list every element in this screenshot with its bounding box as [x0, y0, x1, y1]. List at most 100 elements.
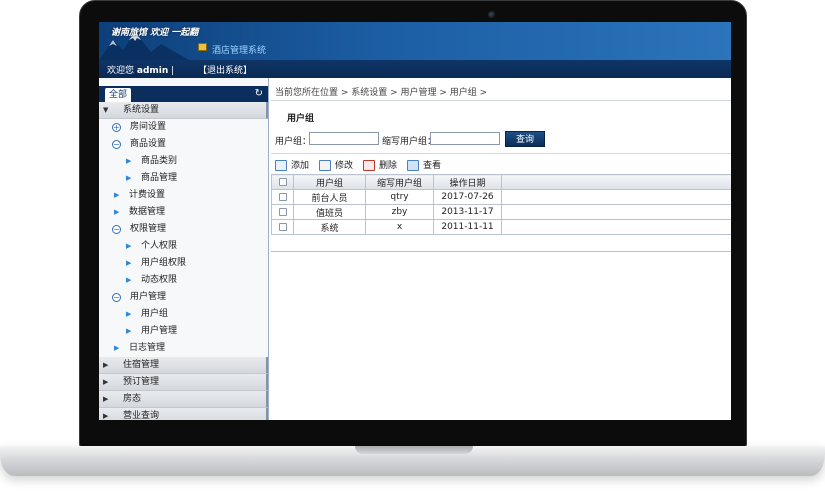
sidebar-item-6[interactable]: ▶ 数据管理 [99, 204, 268, 221]
bullet-arrow-icon: ▶ [126, 276, 132, 284]
sidebar-item-8[interactable]: ▶ 个人权限 [99, 238, 268, 255]
system-badge-icon [198, 43, 207, 51]
delete-label: 删除 [379, 161, 398, 171]
sidebar-item-label: 计费设置 [129, 190, 166, 200]
cell-date: 2013-11-17 [433, 204, 502, 220]
select-all-cell[interactable] [271, 174, 294, 190]
sidebar-item-label: 用户管理 [130, 292, 167, 302]
laptop-notch [355, 446, 473, 454]
row-checkbox[interactable] [278, 207, 287, 216]
welcome-text: 欢迎您 admin | [107, 63, 174, 76]
screen: 谢南旅馆 欢迎 一起翻 酒店管理系统 欢迎您 admin | 【退出系统】 全部… [99, 22, 731, 420]
sidebar-item-label: 用户管理 [141, 326, 178, 336]
select-all-checkbox[interactable] [278, 177, 287, 186]
sidebar-item-16[interactable]: ▶ 预订管理 [99, 374, 268, 391]
collapse-icon[interactable]: − [112, 225, 121, 234]
cell-abbr: x [365, 219, 434, 235]
row-select-cell[interactable] [271, 204, 294, 220]
collapse-icon[interactable]: − [112, 293, 121, 302]
bullet-arrow-icon: ▶ [126, 259, 132, 267]
sidebar-item-label: 商品管理 [141, 173, 178, 183]
add-icon [275, 160, 287, 171]
cell-filler [501, 219, 731, 235]
nav-tree: ▼ 系统设置 + 房间设置 − 商品设置 ▶ 商品类别 ▶ 商品管理 ▶ 计费设置 ▶ 数据管理 − 权限管理… [99, 102, 268, 420]
caret-right-icon[interactable]: ▶ [103, 391, 108, 408]
panel-title: 用户组 [287, 114, 315, 124]
sidebar-item-4[interactable]: ▶ 商品管理 [99, 170, 268, 187]
cell-group: 前台人员 [293, 189, 366, 205]
cell-date: 2017-07-26 [433, 189, 502, 205]
sidebar-item-label: 商品类别 [141, 156, 178, 166]
caret-down-icon[interactable]: ▼ [103, 102, 108, 119]
table-row[interactable]: 系统 x 2011-11-11 [271, 219, 731, 235]
table-row[interactable]: 前台人员 qtry 2017-07-26 [271, 189, 731, 205]
cell-filler [501, 204, 731, 220]
divider [271, 100, 731, 101]
sidebar-item-1[interactable]: + 房间设置 [99, 119, 268, 136]
caret-right-icon[interactable]: ▶ [103, 357, 108, 374]
sidebar-item-label: 用户组权限 [141, 258, 187, 268]
search-button[interactable]: 查询 [505, 131, 545, 147]
group-input[interactable] [309, 132, 379, 145]
caret-right-icon[interactable]: ▶ [103, 408, 108, 420]
sidebar-item-0[interactable]: ▼ 系统设置 [99, 102, 268, 119]
sidebar-item-13[interactable]: ▶ 用户管理 [99, 323, 268, 340]
sidebar-item-label: 数据管理 [129, 207, 166, 217]
expand-icon[interactable]: + [112, 123, 121, 132]
sidebar-item-label: 动态权限 [141, 275, 178, 285]
filter-bar: 用户组： 缩写用户组： 查询 [275, 131, 731, 147]
cell-group: 系统 [293, 219, 366, 235]
cell-filler [501, 189, 731, 205]
sidebar-item-label: 个人权限 [141, 241, 178, 251]
sidebar-item-9[interactable]: ▶ 用户组权限 [99, 255, 268, 272]
logout-link[interactable]: 【退出系统】 [198, 63, 252, 76]
bullet-arrow-icon: ▶ [126, 157, 132, 165]
row-select-cell[interactable] [271, 219, 294, 235]
table-footer-line [271, 251, 731, 252]
view-label: 查看 [423, 161, 442, 171]
sidebar-item-5[interactable]: ▶ 计费设置 [99, 187, 268, 204]
caret-right-icon[interactable]: ▶ [103, 374, 108, 391]
logo-text: 谢南旅馆 欢迎 一起翻 [111, 28, 199, 38]
sidebar-item-18[interactable]: ▶ 营业查询 [99, 408, 268, 420]
sidebar-item-11[interactable]: − 用户管理 [99, 289, 268, 306]
table-header-row: 用户组 缩写用户组 操作日期 [271, 174, 731, 190]
abbr-group-input[interactable] [430, 132, 500, 145]
sidebar-item-label: 日志管理 [129, 343, 166, 353]
welcome-prefix: 欢迎您 [107, 66, 135, 76]
add-label: 添加 [291, 161, 310, 171]
cell-abbr: zby [365, 204, 434, 220]
sidebar-item-17[interactable]: ▶ 房态 [99, 391, 268, 408]
sidebar-item-3[interactable]: ▶ 商品类别 [99, 153, 268, 170]
sidebar-item-label: 系统设置 [123, 105, 160, 115]
refresh-icon[interactable]: ↻ [255, 88, 263, 100]
sidebar-item-label: 营业查询 [123, 411, 160, 420]
separator: | [171, 66, 175, 76]
bullet-arrow-icon: ▶ [126, 242, 132, 250]
sidebar-item-10[interactable]: ▶ 动态权限 [99, 272, 268, 289]
sidebar-item-label: 权限管理 [130, 224, 167, 234]
row-checkbox[interactable] [278, 222, 287, 231]
sidebar-item-7[interactable]: − 权限管理 [99, 221, 268, 238]
view-icon [407, 160, 419, 171]
sidebar-header: 全部 ↻ [99, 86, 268, 102]
row-select-cell[interactable] [271, 189, 294, 205]
delete-icon [363, 160, 375, 171]
main-content: 当前您所在位置 > 系统设置 > 用户管理 > 用户组 > 用户组 用户组： 缩… [271, 78, 731, 420]
sidebar-item-label: 房间设置 [130, 122, 167, 132]
sidebar-item-14[interactable]: ▶ 日志管理 [99, 340, 268, 357]
app-banner: 谢南旅馆 欢迎 一起翻 酒店管理系统 [99, 22, 731, 60]
sidebar-item-12[interactable]: ▶ 用户组 [99, 306, 268, 323]
sidebar-item-label: 住宿管理 [123, 360, 160, 370]
bullet-arrow-icon: ▶ [114, 191, 120, 199]
collapse-icon[interactable]: − [112, 140, 121, 149]
sidebar-item-15[interactable]: ▶ 住宿管理 [99, 357, 268, 374]
bullet-arrow-icon: ▶ [114, 344, 120, 352]
col-abbr: 缩写用户组 [365, 174, 434, 190]
table-row[interactable]: 值班员 zby 2013-11-17 [271, 204, 731, 220]
row-checkbox[interactable] [278, 192, 287, 201]
bullet-arrow-icon: ▶ [126, 327, 132, 335]
user-bar: 欢迎您 admin | 【退出系统】 [99, 60, 731, 78]
sidebar-tab-all[interactable]: 全部 [105, 88, 131, 102]
sidebar-item-2[interactable]: − 商品设置 [99, 136, 268, 153]
